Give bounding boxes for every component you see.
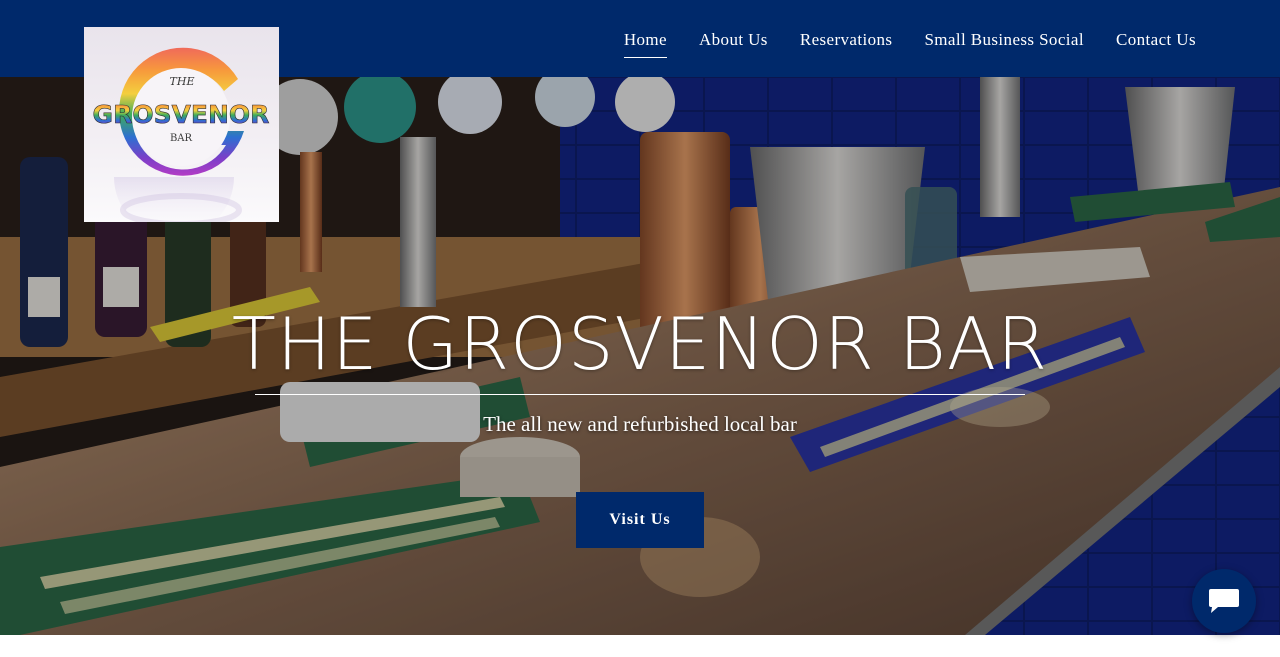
grosvenor-logo-graphic: THE GROSVENOR BAR [92,47,270,222]
hero-title: THE GROSVENOR BAR [231,302,1049,386]
hero-divider [255,394,1025,395]
nav-contact-us[interactable]: Contact Us [1116,30,1196,50]
main-nav: Home About Us Reservations Small Busines… [623,30,1196,58]
logo-bar-text: BAR [170,133,193,144]
visit-us-button[interactable]: Visit Us [576,492,704,548]
site-logo[interactable]: THE GROSVENOR BAR [84,27,279,222]
chat-button[interactable] [1192,569,1256,633]
page: Home About Us Reservations Small Busines… [0,0,1280,657]
logo-the-text: THE [170,75,195,88]
nav-about-us[interactable]: About Us [699,30,768,50]
nav-home[interactable]: Home [623,30,668,58]
nav-small-business-social[interactable]: Small Business Social [924,30,1084,50]
hero-subtitle: The all new and refurbished local bar [483,412,797,436]
nav-reservations[interactable]: Reservations [800,30,893,50]
chat-bubble-icon [1209,589,1239,613]
logo-grosvenor-text: GROSVENOR [93,100,270,129]
